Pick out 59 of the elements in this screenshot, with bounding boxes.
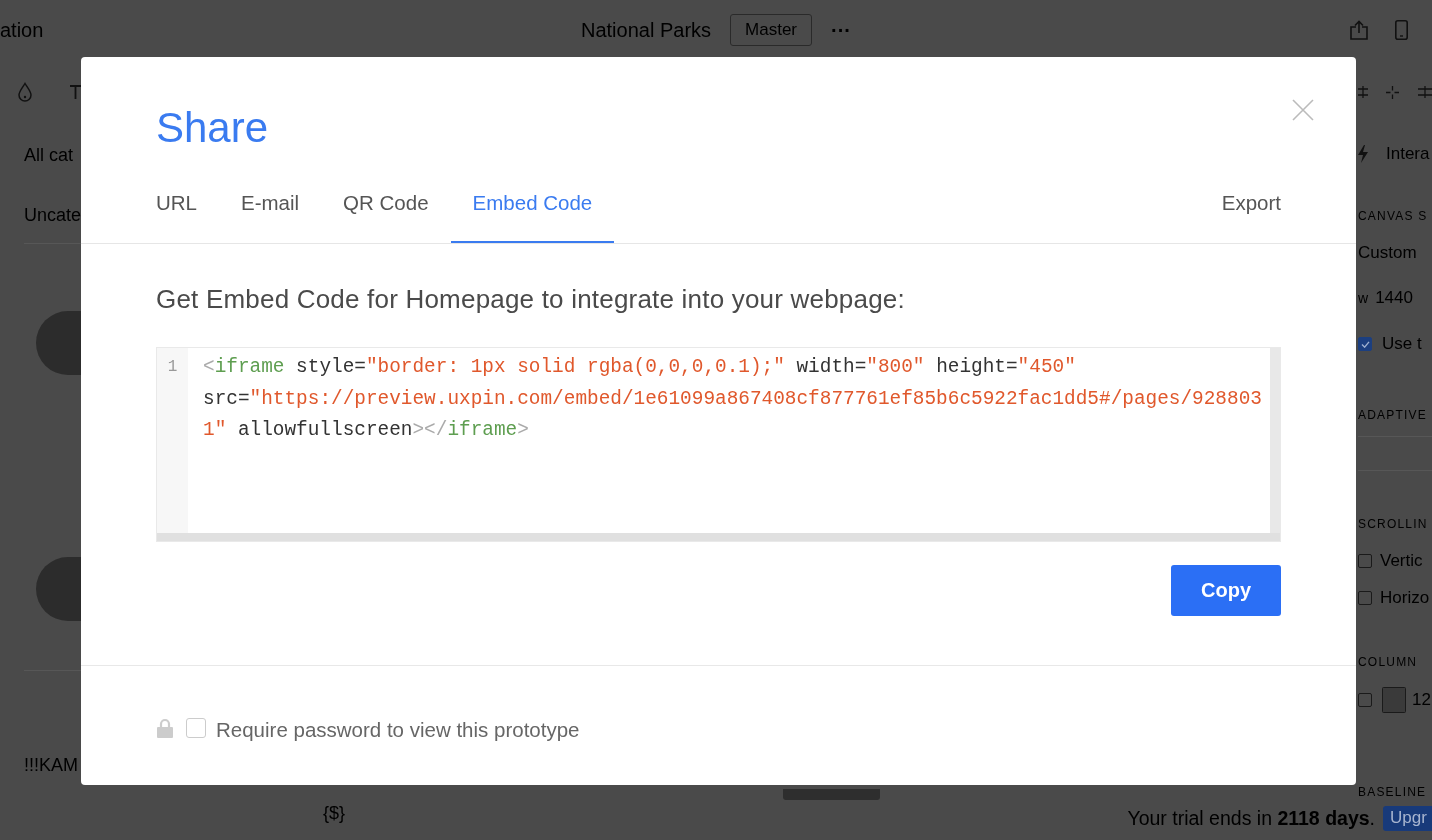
tab[interactable]: Embed Code: [450, 154, 615, 243]
checkbox[interactable]: [1358, 554, 1372, 568]
code-line: <iframe style="border: 1px solid rgba(0,0,0,0.1);" width="800" height="450": [203, 355, 1076, 380]
project-name: National Parks: [581, 18, 712, 42]
lightning-icon: [1358, 145, 1368, 163]
swatch-icon[interactable]: [1382, 687, 1406, 713]
tab[interactable]: Export: [1199, 154, 1303, 243]
checkbox-label: Horizo: [1380, 587, 1430, 609]
dialog-title: Share: [156, 103, 269, 153]
upgrade-button[interactable]: Upgr: [1383, 805, 1432, 831]
line-number: 1: [167, 357, 178, 378]
align-icon[interactable]: [1418, 86, 1432, 98]
list-item[interactable]: !!!KAM: [24, 753, 78, 777]
section-heading: ADAPTIVE: [1358, 407, 1427, 423]
align-icon[interactable]: [1358, 86, 1368, 98]
trial-notice: Your trial ends in 2118 days.: [1127, 806, 1375, 830]
upload-icon[interactable]: [1350, 20, 1368, 40]
checkbox-label: Vertic: [1380, 550, 1423, 572]
crosshair-icon[interactable]: [1386, 85, 1399, 99]
width-value[interactable]: 1440: [1375, 287, 1413, 309]
checkbox[interactable]: [1358, 693, 1372, 707]
code-editor[interactable]: 1 <iframe style="border: 1px solid rgba(0,0,0,0.1);" width="800" height="450" src="https://preview.uxpin.com/embed/1e61099a867408cf877761ef85b6c5922fac1dd5#/pages/928803 1" allowfullscreen></iframe>: [156, 347, 1281, 542]
vertical-scrollbar[interactable]: [1270, 348, 1280, 533]
code-line: src="https://preview.uxpin.com/embed/1e61099a867408cf877761ef85b6c5922fac1dd5#/pages/928803: [203, 386, 1262, 412]
close-icon: [1292, 99, 1314, 121]
currency-label: {$}: [323, 803, 346, 823]
scroll-thumb[interactable]: [783, 789, 880, 800]
tick-icon: [1360, 340, 1370, 348]
page-title: ation: [0, 18, 44, 42]
width-label: w: [1358, 289, 1369, 308]
code-line: 1" allowfullscreen></iframe>: [203, 418, 529, 443]
lock-icon: [157, 718, 173, 738]
category-item[interactable]: Uncate: [24, 203, 82, 227]
section-heading: COLUMN: [1358, 654, 1418, 670]
horizontal-scrollbar[interactable]: [157, 533, 1280, 541]
rounded-block: [36, 311, 81, 375]
phone-icon[interactable]: [1395, 20, 1408, 40]
password-label: Require password to view this prototype: [216, 718, 580, 742]
checkbox[interactable]: [1358, 337, 1372, 351]
interactions-tab[interactable]: Intera: [1358, 142, 1430, 166]
instruction-text: Get Embed Code for Homepage to integrate into your webpage:: [156, 285, 906, 313]
column-count[interactable]: 12: [1412, 689, 1431, 711]
category-item[interactable]: All cat: [24, 143, 74, 167]
branch-button[interactable]: Master: [730, 14, 812, 46]
more-button[interactable]: ···: [831, 20, 851, 40]
text-icon[interactable]: [70, 85, 81, 99]
droplet-icon[interactable]: [18, 82, 32, 102]
section-heading: SCROLLIN: [1358, 516, 1428, 532]
section-heading: BASELINE: [1358, 784, 1427, 800]
tab[interactable]: E-mail: [219, 154, 322, 243]
close-button[interactable]: [1292, 99, 1314, 121]
preset-value[interactable]: Custom: [1358, 242, 1417, 264]
checkbox-label: Use t: [1382, 333, 1422, 355]
rounded-block: [36, 557, 81, 621]
section-heading: CANVAS S: [1358, 208, 1428, 224]
copy-button[interactable]: Copy: [1171, 565, 1281, 616]
tab[interactable]: URL: [134, 154, 219, 243]
checkbox[interactable]: [1358, 591, 1372, 605]
tab[interactable]: QR Code: [321, 154, 451, 243]
